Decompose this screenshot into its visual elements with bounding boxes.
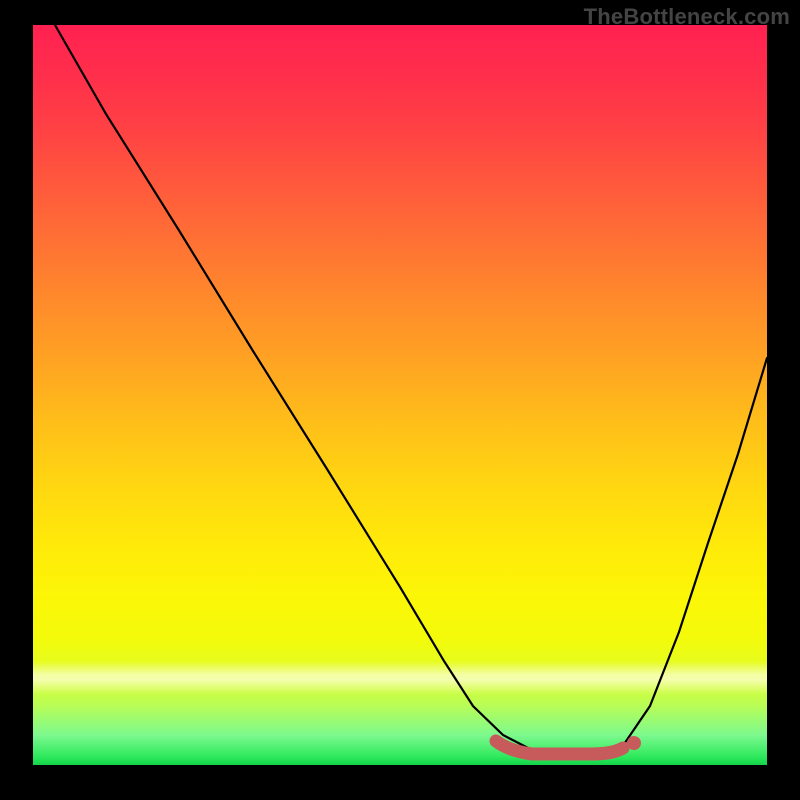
- sweet-spot-band: [496, 741, 623, 754]
- bottleneck-curve: [55, 25, 767, 758]
- sweet-spot-end-dot: [627, 736, 641, 750]
- plot-area: [33, 25, 767, 765]
- chart-frame: TheBottleneck.com: [0, 0, 800, 800]
- curve-svg: [33, 25, 767, 765]
- watermark-text: TheBottleneck.com: [584, 4, 790, 30]
